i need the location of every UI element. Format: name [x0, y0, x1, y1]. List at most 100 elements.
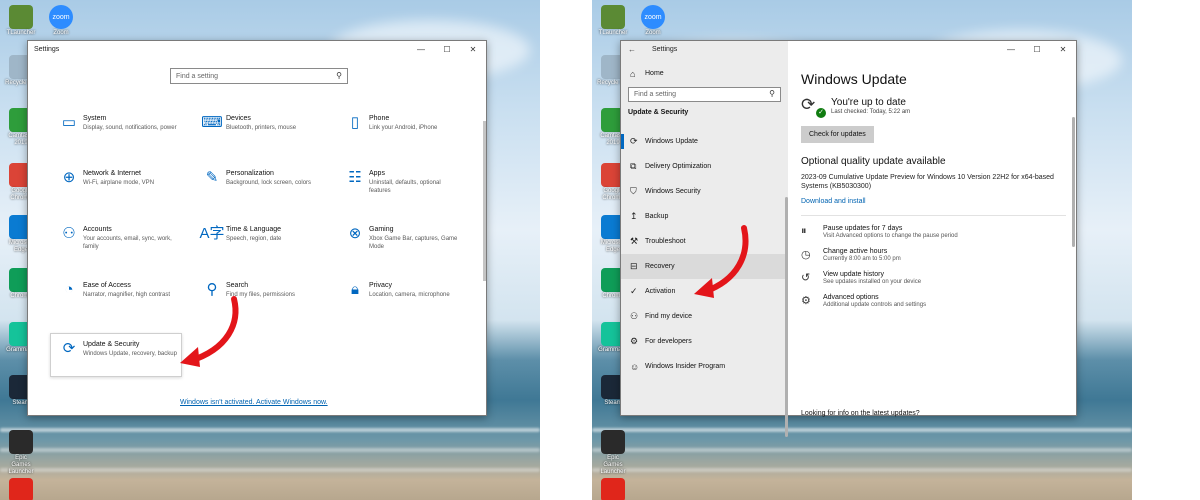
sidebar-item-label: Backup [645, 213, 669, 220]
delivery-optimization-icon: ⧉ [630, 161, 637, 171]
desktop-icon-label: Epic Games Launcher [8, 455, 34, 475]
sidebar-item-label: Delivery Optimization [645, 163, 712, 170]
phone-icon: ▯ [350, 114, 360, 131]
update-status-icon: ⟳ ✓ [801, 95, 826, 118]
desktop-icon[interactable]: Epic Games Launcher [5, 430, 37, 476]
desktop-right: TLauncher Recycle Bin Camtasia 2019 Goog… [592, 0, 1132, 500]
tile-description: Display, sound, notifications, power [83, 125, 177, 131]
sidebar-scrollbar[interactable] [785, 197, 788, 437]
tile-title: Search [226, 282, 249, 289]
download-and-install-link[interactable]: Download and install [801, 198, 1076, 205]
activate-windows-link[interactable]: Windows isn't activated. Activate Window… [180, 399, 328, 406]
close-icon[interactable]: ✕ [1050, 45, 1076, 54]
minimize-icon[interactable]: — [998, 45, 1024, 54]
minimize-icon[interactable]: — [408, 45, 434, 54]
tile-title: Devices [226, 115, 251, 122]
sync-icon: ⟳ [62, 340, 76, 357]
settings-tile[interactable]: ▯ Phone Link your Android, iPhone [341, 114, 471, 156]
settings-tile[interactable]: ⌨ Devices Bluetooth, printers, mouse [198, 114, 328, 156]
settings-tile[interactable]: A字 Time & Language Speech, region, date [198, 225, 328, 267]
desktop-icon-zoom[interactable]: zoom Zoom [639, 5, 667, 36]
tile-description: Wi-Fi, airplane mode, VPN [83, 180, 155, 186]
sidebar-item[interactable]: ⚙ For developers [621, 329, 788, 354]
ease-of-access-icon: ◔ [64, 281, 74, 298]
tile-description: Link your Android, iPhone [369, 125, 438, 131]
tile-description: Bluetooth, printers, mouse [226, 125, 297, 131]
search-input[interactable]: Find a setting ⚲ [170, 68, 348, 84]
search-input[interactable]: Find a setting ⚲ [628, 87, 781, 102]
settings-tile[interactable]: ⚇ Accounts Your accounts, email, sync, w… [55, 225, 185, 267]
tile-title: Time & Language [226, 226, 281, 233]
sidebar-item[interactable]: ☺ Windows Insider Program [621, 354, 788, 379]
settings-tile[interactable]: ⊗ Gaming Xbox Game Bar, captures, Game M… [341, 225, 471, 267]
option-description: Visit Advanced options to change the pau… [823, 233, 958, 239]
brush-icon: ✎ [205, 169, 219, 186]
update-option[interactable]: ⚙ Advanced options Additional update con… [801, 294, 1076, 308]
settings-tile[interactable]: ⊕ Network & Internet Wi-Fi, airplane mod… [55, 169, 185, 211]
settings-tile[interactable]: ▭ System Display, sound, notifications, … [55, 114, 185, 156]
desktop-icon[interactable]: Epic Games Launcher [597, 430, 629, 476]
desktop-icon-label: TLauncher [598, 30, 628, 36]
settings-tile[interactable]: ◔ Ease of Access Narrator, magnifier, hi… [55, 281, 185, 323]
title-bar: ← Settings — ☐ ✕ [621, 41, 1076, 57]
status-last-checked: Last checked: Today, 5:22 am [831, 109, 911, 115]
sidebar-item-label: Activation [645, 288, 676, 295]
update-status: ⟳ ✓ You're up to date Last checked: Today… [801, 95, 1076, 118]
sidebar-item[interactable]: ⟳ Windows Update [621, 129, 788, 154]
back-arrow-icon[interactable]: ← [621, 45, 636, 54]
time-language-icon: A字 [199, 225, 225, 242]
home-icon: ⌂ [630, 68, 636, 79]
epic-icon [601, 430, 625, 454]
maximize-icon[interactable]: ☐ [1024, 45, 1050, 54]
close-icon[interactable]: ✕ [460, 45, 486, 54]
sidebar-item-label: For developers [645, 338, 692, 345]
tile-description: Speech, region, date [226, 236, 282, 242]
sidebar-item-label: Windows Security [645, 188, 701, 195]
zoom-icon: zoom [641, 5, 665, 29]
main-scrollbar[interactable] [1072, 117, 1075, 247]
option-description: See updates installed on your device [823, 279, 922, 285]
update-option[interactable]: ⏸︎ Pause updates for 7 days Visit Advanc… [801, 225, 1076, 239]
search-icon: ⚲ [769, 89, 775, 98]
desktop-icon[interactable]: Opera [597, 478, 629, 500]
scrollbar[interactable] [483, 121, 486, 281]
insider-icon: ☺ [630, 361, 640, 372]
opera-icon [9, 478, 33, 500]
tile-title: Privacy [369, 282, 392, 289]
sidebar-item[interactable]: ⛉ Windows Security [621, 179, 788, 204]
desktop-icon-zoom[interactable]: zoom Zoom [47, 5, 75, 36]
divider [801, 215, 1066, 216]
latest-updates-info-text: Looking for info on the latest updates? [801, 410, 920, 417]
settings-tile[interactable]: ⟳ Update & Security Windows Update, reco… [50, 333, 182, 377]
settings-tile[interactable]: ✎ Personalization Background, lock scree… [198, 169, 328, 211]
desktop-icon-label: TLauncher [6, 30, 36, 36]
sync-icon: ⟳ [630, 136, 638, 146]
settings-window: Settings — ☐ ✕ Find a setting ⚲ ▭ System… [27, 40, 487, 416]
wave [0, 448, 540, 452]
tile-title: Apps [369, 170, 385, 177]
optional-update-description: 2023-09 Cumulative Update Preview for Wi… [801, 174, 1054, 190]
check-for-updates-button[interactable]: Check for updates [801, 126, 874, 143]
tile-title: Accounts [83, 226, 112, 233]
lock-icon: 🔒︎ [351, 281, 359, 298]
nav-home[interactable]: ⌂ Home [621, 61, 788, 86]
tile-description: Background, lock screen, colors [226, 180, 312, 186]
desktop-icon[interactable]: TLauncher [597, 5, 629, 37]
globe-icon: ⊕ [62, 169, 76, 186]
update-option[interactable]: ◷ Change active hours Currently 8:00 am … [801, 248, 1076, 262]
settings-tile[interactable]: ☷ Apps Uninstall, defaults, optional fea… [341, 169, 471, 211]
optional-update-heading: Optional quality update available [801, 156, 946, 167]
update-option[interactable]: ↺ View update history See updates instal… [801, 271, 1076, 285]
apps-list-icon: ☷ [348, 169, 362, 186]
desktop-icon[interactable]: TLauncher [5, 5, 37, 37]
settings-tile[interactable]: 🔒︎ Privacy Location, camera, microphone [341, 281, 471, 323]
maximize-icon[interactable]: ☐ [434, 45, 460, 54]
desktop-icon[interactable]: Opera [5, 478, 37, 500]
wave [592, 468, 1132, 472]
option-description: Currently 8:00 am to 5:00 pm [823, 256, 901, 262]
tile-title: Ease of Access [83, 282, 131, 289]
recovery-icon: ⊟ [630, 261, 638, 271]
tile-title: Gaming [369, 226, 394, 233]
developer-icon: ⚙ [630, 336, 639, 346]
sidebar-item[interactable]: ⧉ Delivery Optimization [621, 154, 788, 179]
